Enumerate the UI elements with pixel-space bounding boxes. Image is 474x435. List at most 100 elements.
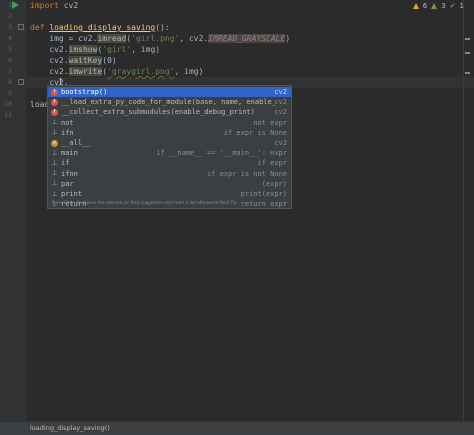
ok-count: 1 <box>459 2 464 10</box>
completion-item[interactable]: ⊥ par (expr) <box>48 179 291 189</box>
line-number: 2 <box>8 12 12 20</box>
line-number: 6 <box>8 56 12 64</box>
completion-type: cv2 <box>274 88 287 96</box>
template-icon: ⊥ <box>51 169 58 178</box>
completion-type: cv2 <box>274 98 287 107</box>
completion-type: print(expr) <box>240 190 287 198</box>
code-text: , img) <box>131 45 161 54</box>
template-icon: ⊥ <box>51 189 58 198</box>
code-line-1: import cv2 <box>30 0 78 11</box>
fold-icon[interactable] <box>18 79 24 85</box>
completion-popup[interactable]: f bootstrap() cv2 f __load_extra_py_code_for… <box>47 85 292 209</box>
run-icon[interactable] <box>12 1 19 9</box>
completion-type: not expr <box>253 118 287 127</box>
completion-item[interactable]: ⊥ ifnn if expr is not None <box>48 169 291 179</box>
template-icon: ⊥ <box>51 148 58 157</box>
next-tip-link[interactable]: Next Tip <box>220 200 237 205</box>
completion-type: if expr <box>257 159 287 168</box>
line-gutter[interactable]: 1 2 3 4 5 6 7 8 9 10 11 <box>0 0 26 421</box>
code-text: img = cv2. <box>30 34 98 43</box>
fold-icon[interactable] <box>18 24 24 30</box>
completion-item[interactable]: f bootstrap() cv2 <box>48 87 291 98</box>
hint-text: Press Ctrl+. to choose the selected (or … <box>52 200 219 205</box>
right-margin-guide <box>463 0 464 421</box>
code-text: cv2 <box>58 1 79 10</box>
constant: IMREAD_GRAYSCALE <box>208 34 286 43</box>
method-call: waitKey <box>68 56 103 65</box>
completion-type: cv2 <box>274 139 287 147</box>
completion-name: not <box>61 118 74 127</box>
completion-name: if <box>61 159 70 168</box>
breadcrumb-bar: loading_display_saving() <box>0 421 474 435</box>
completion-item[interactable]: v __all__ cv2 <box>48 138 291 148</box>
completion-item[interactable]: ⊥ ifn if expr is None <box>48 128 291 138</box>
completion-item[interactable]: ⊥ not not expr <box>48 118 291 128</box>
code-line-3: def loading_display_saving(): <box>30 22 170 33</box>
breadcrumb[interactable]: loading_display_saving() <box>30 424 110 432</box>
popup-menu-icon[interactable]: ⋮ <box>282 200 288 207</box>
line-number: 9 <box>8 89 12 97</box>
code-text: ) <box>285 34 291 43</box>
warning-icon <box>412 3 419 9</box>
completion-item[interactable]: ⊥ if if expr <box>48 158 291 168</box>
template-icon: ⊥ <box>51 128 58 137</box>
function-icon: f <box>51 88 58 96</box>
completion-type: if expr is not None <box>206 169 287 178</box>
method-call: imread <box>97 34 127 43</box>
template-icon: ⊥ <box>51 118 58 127</box>
code-text: cv2. <box>30 45 69 54</box>
check-icon: ✔ <box>449 2 456 10</box>
code-line-5: cv2.imshow('girl', img) <box>30 44 160 55</box>
completion-name: print <box>61 190 83 198</box>
method-call: imwrite <box>68 67 103 76</box>
template-icon: ⊥ <box>51 158 58 167</box>
completion-item[interactable]: ⊥ main if __name__ == '__main__': expr <box>48 148 291 158</box>
completion-name: __collect_extra_submodules(enable_debug_… <box>61 108 255 117</box>
code-text: (0) <box>102 56 117 65</box>
code-line-4: img = cv2.imread('girl.png', cv2.IMREAD_… <box>30 33 290 44</box>
variable-icon: v <box>51 139 58 147</box>
string-literal: 'graygirl.png' <box>107 67 175 76</box>
error-stripe-marker[interactable] <box>465 72 470 74</box>
completion-item[interactable]: f __load_extra_py_code_for_module(base, n… <box>48 97 291 107</box>
function-name: loading_display_saving <box>49 23 156 32</box>
completion-name: ifnn <box>61 169 78 178</box>
completion-type: if __name__ == '__main__': expr <box>156 149 287 158</box>
completion-hint: Press Ctrl+. to choose the selected (or … <box>52 199 288 207</box>
code-editor[interactable]: 1 2 3 4 5 6 7 8 9 10 11 import cv2 def loading_dis… <box>0 0 474 421</box>
line-number: 3 <box>8 23 12 31</box>
completion-item[interactable]: ⊥ print print(expr) <box>48 189 291 199</box>
code-text: cv2. <box>30 67 69 76</box>
completion-name: par <box>61 179 74 188</box>
line-number: 11 <box>4 111 12 119</box>
code-text: cv2. <box>30 56 69 65</box>
code-line-6: cv2.waitKey(0) <box>30 55 117 66</box>
code-text: , img) <box>174 67 204 76</box>
completion-name: ifn <box>61 128 74 137</box>
line-number: 7 <box>8 67 12 75</box>
keyword: def <box>30 23 45 32</box>
inspection-widget[interactable]: 6 3 ✔ 1 <box>412 2 464 10</box>
method-call: imshow <box>68 45 98 54</box>
weak-warning-count: 3 <box>441 2 446 10</box>
string-literal: 'girl.png' <box>131 34 180 43</box>
completion-type: if expr is None <box>223 128 287 137</box>
error-stripe-marker[interactable] <box>465 52 470 54</box>
code-line-7: cv2.imwrite('graygirl.png', img) <box>30 66 203 77</box>
warning-count: 6 <box>422 2 428 10</box>
keyword: import <box>30 1 59 10</box>
function-icon: f <box>51 98 58 106</box>
error-stripe-marker[interactable] <box>465 38 470 40</box>
line-number: 4 <box>8 34 12 42</box>
line-number: 8 <box>8 78 12 86</box>
completion-item[interactable]: f __collect_extra_submodules(enable_debug… <box>48 107 291 117</box>
completion-type: cv2 <box>274 108 287 117</box>
template-icon: ⊥ <box>51 179 58 188</box>
line-number: 1 <box>8 1 12 9</box>
string-literal: 'girl' <box>102 45 132 54</box>
completion-name: __all__ <box>61 139 91 147</box>
completion-type: (expr) <box>261 179 287 188</box>
completion-name: __load_extra_py_code_for_module(base, na… <box>61 98 276 107</box>
completion-name: bootstrap() <box>61 88 108 96</box>
weak-warning-icon <box>431 3 438 9</box>
